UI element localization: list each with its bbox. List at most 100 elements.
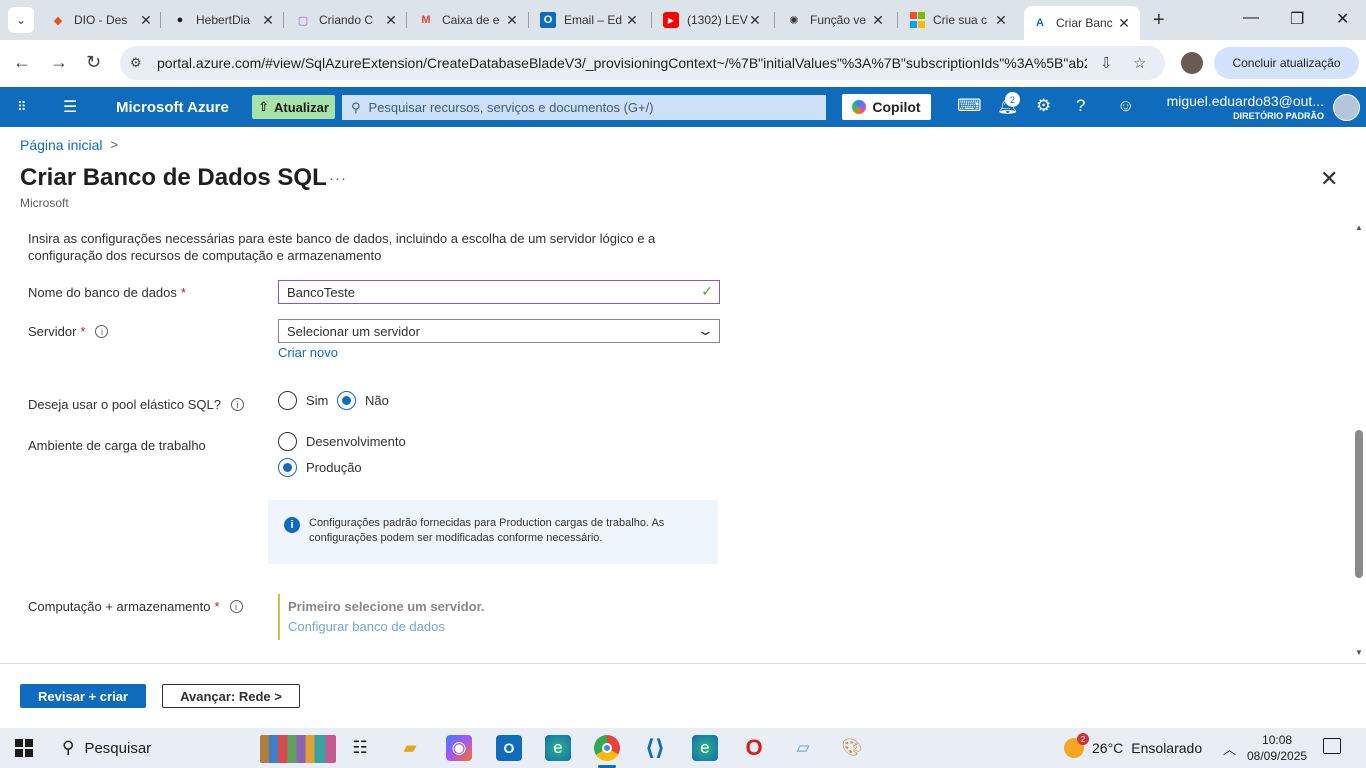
outlook-app-icon[interactable]: O bbox=[496, 735, 522, 761]
restore-button[interactable]: ❐ bbox=[1290, 9, 1304, 29]
install-app-icon[interactable]: ⇩ bbox=[1100, 54, 1113, 72]
weather-desc: Ensolarado bbox=[1131, 740, 1203, 756]
server-label: Servidor * i bbox=[28, 324, 109, 339]
browser-tab[interactable]: ✺ Função ve ✕ bbox=[786, 6, 886, 34]
info-icon[interactable]: i bbox=[230, 398, 244, 411]
radio-label: Sim bbox=[306, 393, 329, 408]
address-bar[interactable]: ⚙ portal.azure.com/#view/SqlAzureExtensi… bbox=[120, 46, 1165, 80]
sun-icon: 2 bbox=[1064, 733, 1089, 758]
opera-browser-icon[interactable]: O bbox=[741, 735, 767, 761]
chrome-browser-icon[interactable] bbox=[594, 735, 620, 768]
settings-gear-icon[interactable]: ⚙ bbox=[1036, 96, 1051, 116]
chevron-up-icon[interactable]: ︿ bbox=[1223, 739, 1236, 758]
breadcrumb-home-link[interactable]: Página inicial bbox=[20, 137, 103, 153]
notification-center-icon[interactable] bbox=[1323, 738, 1341, 754]
feedback-icon[interactable]: ☺ bbox=[1117, 96, 1134, 116]
info-icon[interactable]: i bbox=[95, 325, 109, 338]
elastic-pool-no-radio[interactable]: Não bbox=[337, 391, 389, 410]
azure-brand[interactable]: Microsoft Azure bbox=[116, 99, 229, 116]
user-avatar[interactable] bbox=[1333, 94, 1360, 121]
forward-icon[interactable]: → bbox=[50, 52, 68, 73]
browser-tab[interactable]: M Caixa de e ✕ bbox=[418, 6, 520, 34]
browser-tab[interactable]: Crie sua c ✕ bbox=[909, 6, 1009, 34]
tab-title: DIO - Des bbox=[74, 13, 128, 27]
minimize-button[interactable]: — bbox=[1243, 9, 1259, 27]
azure-icon: A bbox=[1036, 17, 1044, 29]
figma-icon: ◆ bbox=[53, 14, 63, 27]
scroll-down-icon[interactable]: ▼ bbox=[1355, 648, 1363, 657]
configure-database-link[interactable]: Configurar banco de dados bbox=[288, 619, 485, 634]
server-select[interactable]: Selecionar um servidor ⌄ bbox=[278, 319, 720, 343]
close-icon[interactable]: ✕ bbox=[993, 12, 1009, 29]
browser-tab-active[interactable]: A Criar Banc ✕ bbox=[1024, 6, 1140, 40]
cloud-shell-icon[interactable]: ⌨ bbox=[957, 96, 982, 116]
db-name-input[interactable]: BancoTeste ✓ bbox=[278, 280, 720, 304]
new-tab-button[interactable]: + bbox=[1153, 9, 1165, 32]
paint-app-icon[interactable]: 🎨︎ bbox=[839, 735, 865, 761]
vscode-icon[interactable]: ⟨⟩ bbox=[642, 735, 668, 761]
workload-prod-radio[interactable]: Produção bbox=[278, 458, 362, 477]
close-icon[interactable]: ✕ bbox=[870, 12, 886, 29]
workload-label: Ambiente de carga de trabalho bbox=[28, 438, 206, 453]
global-search-input[interactable]: ⚲ Pesquisar recursos, serviços e documen… bbox=[342, 95, 826, 120]
browser-tab[interactable]: ▢ Criando C ✕ bbox=[295, 6, 399, 34]
scroll-thumb[interactable] bbox=[1355, 430, 1363, 578]
close-icon[interactable]: ✕ bbox=[624, 12, 640, 29]
url-text[interactable]: portal.azure.com/#view/SqlAzureExtension… bbox=[157, 55, 1087, 71]
info-icon[interactable]: i bbox=[229, 600, 243, 613]
tab-search-button[interactable]: ⌄ bbox=[8, 7, 34, 33]
system-clock[interactable]: 10:08 08/09/2025 bbox=[1247, 732, 1307, 764]
close-icon[interactable]: ✕ bbox=[383, 12, 399, 29]
close-icon[interactable]: ✕ bbox=[747, 12, 763, 29]
file-explorer-icon[interactable]: ▰ bbox=[397, 735, 423, 761]
bookmark-star-icon[interactable]: ☆ bbox=[1133, 54, 1146, 72]
weather-widget[interactable]: 2 26°C Ensolarado bbox=[1064, 728, 1202, 768]
browser-tab[interactable]: ● HebertDia ✕ bbox=[172, 6, 276, 34]
elastic-pool-label: Deseja usar o pool elástico SQL? i bbox=[28, 397, 244, 412]
reload-icon[interactable]: ↻ bbox=[86, 52, 101, 73]
tab-title: Crie sua c bbox=[933, 13, 988, 27]
next-networking-button[interactable]: Avançar: Rede > bbox=[162, 684, 300, 708]
close-icon[interactable]: ✕ bbox=[138, 12, 154, 29]
azure-top-bar: ⠿ ☰ Microsoft Azure ⇧ Atualizar ⚲ Pesqui… bbox=[0, 87, 1366, 127]
close-icon[interactable]: ✕ bbox=[1116, 15, 1132, 32]
close-blade-icon[interactable]: ✕ bbox=[1320, 166, 1338, 192]
chevron-down-icon: ⌄ bbox=[696, 323, 715, 338]
browser-tab[interactable]: O Email – Ed ✕ bbox=[540, 6, 640, 34]
notes-app-icon[interactable]: ▱ bbox=[790, 735, 816, 761]
window-close-button[interactable]: ✕ bbox=[1336, 9, 1349, 29]
taskbar-search[interactable]: ⚲ Pesquisar bbox=[50, 728, 340, 768]
copilot-app-icon[interactable]: ◉ bbox=[446, 735, 472, 761]
edge-dev-icon[interactable]: e bbox=[692, 735, 718, 761]
create-new-server-link[interactable]: Criar novo bbox=[278, 345, 338, 360]
site-info-icon[interactable]: ⚙ bbox=[130, 55, 146, 71]
workload-dev-radio[interactable]: Desenvolvimento bbox=[278, 432, 406, 451]
task-view-icon[interactable]: ☷ bbox=[347, 735, 373, 761]
close-icon[interactable]: ✕ bbox=[260, 12, 276, 29]
update-browser-button[interactable]: Concluir atualização bbox=[1214, 47, 1359, 79]
upgrade-button[interactable]: ⇧ Atualizar bbox=[252, 95, 335, 119]
help-icon[interactable]: ? bbox=[1076, 96, 1085, 116]
tab-title: Função ve bbox=[810, 13, 867, 27]
tab-separator bbox=[528, 12, 529, 28]
browser-tab[interactable]: ▶ (1302) LEV ✕ bbox=[663, 6, 763, 34]
browser-tab[interactable]: ◆ DIO - Des ✕ bbox=[50, 6, 154, 34]
app-launcher-icon[interactable]: ⠿ bbox=[17, 99, 27, 115]
profile-avatar[interactable] bbox=[1181, 52, 1203, 74]
scroll-up-icon[interactable]: ▲ bbox=[1355, 223, 1363, 232]
check-icon: ✓ bbox=[701, 283, 713, 299]
more-options-icon[interactable]: ··· bbox=[329, 170, 347, 187]
portal-menu-icon[interactable]: ☰ bbox=[63, 97, 77, 117]
edge-browser-icon[interactable]: e bbox=[545, 735, 571, 761]
vertical-scrollbar[interactable]: ▲ ▼ bbox=[1352, 220, 1366, 662]
windows-start-icon[interactable] bbox=[15, 739, 33, 757]
review-create-button[interactable]: Revisar + criar bbox=[20, 684, 146, 708]
account-menu[interactable]: miguel.eduardo83@out... DIRETÓRIO PADRÃO bbox=[1167, 93, 1324, 121]
back-icon[interactable]: ← bbox=[13, 52, 31, 73]
copilot-button[interactable]: Copilot bbox=[842, 94, 931, 120]
close-icon[interactable]: ✕ bbox=[504, 12, 520, 29]
notifications-count-badge: 2 bbox=[1005, 92, 1020, 107]
page-subtitle: Microsoft bbox=[20, 196, 69, 210]
required-asterisk: * bbox=[80, 324, 86, 339]
elastic-pool-yes-radio[interactable]: Sim bbox=[278, 391, 328, 410]
